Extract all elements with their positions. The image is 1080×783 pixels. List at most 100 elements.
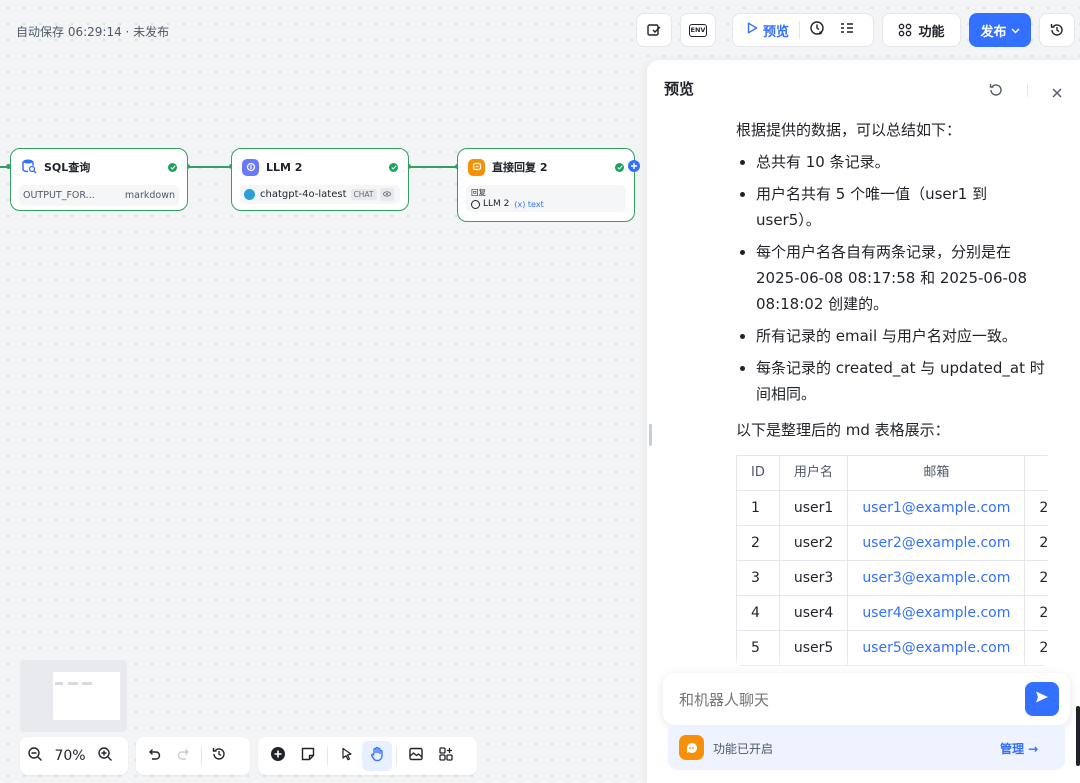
- features-icon: [898, 23, 912, 37]
- plus-circle-icon: [270, 746, 286, 766]
- minimap-node: [55, 682, 63, 685]
- minimap-node: [82, 682, 92, 685]
- variables-button[interactable]: [832, 15, 862, 45]
- message-intro: 根据提供的数据，可以总结如下：: [736, 121, 962, 139]
- sql-node[interactable]: SQL查询 OUTPUT_FOR... markdown: [10, 148, 188, 211]
- preview-group: 预览: [732, 13, 874, 47]
- undo-icon: [146, 746, 162, 766]
- email-link[interactable]: user3@example.com: [847, 560, 1026, 596]
- features-button[interactable]: 功能: [882, 13, 961, 47]
- panel-resize-handle[interactable]: [649, 424, 652, 446]
- table-cell: 2025: [1024, 525, 1048, 561]
- pointer-tool-button[interactable]: [332, 741, 362, 771]
- redo-button[interactable]: [169, 741, 199, 771]
- organize-button[interactable]: [431, 741, 461, 771]
- table-cell: 3: [736, 560, 780, 596]
- send-button[interactable]: [1025, 682, 1059, 716]
- preview-button[interactable]: 预览: [733, 21, 797, 40]
- edge-llm-reply: [408, 166, 458, 168]
- sql-output-type: markdown: [124, 190, 175, 201]
- publish-button[interactable]: 发布: [969, 13, 1031, 47]
- table-row: 2 user2 user2@example.com 2025: [736, 525, 1048, 561]
- table-header: [1024, 455, 1048, 491]
- list-item: 总共有 10 条记录。: [756, 149, 1056, 175]
- clock-rewind-icon: [211, 746, 227, 766]
- zoom-out-button[interactable]: [20, 741, 50, 771]
- check-icon: [168, 162, 177, 172]
- table-cell: user3: [778, 560, 849, 596]
- openai-icon: [244, 189, 255, 200]
- feature-status-bar: 功能已开启 管理 →: [668, 726, 1065, 770]
- history-button[interactable]: [1039, 13, 1075, 47]
- edge-sql-llm: [187, 166, 232, 168]
- chat-input[interactable]: [677, 687, 1021, 713]
- refresh-button[interactable]: [988, 82, 1004, 102]
- email-link[interactable]: user2@example.com: [847, 525, 1026, 561]
- table-header-row: ID 用户名 邮箱: [736, 455, 1048, 491]
- undo-button[interactable]: [139, 741, 169, 771]
- hand-tool-button[interactable]: [362, 741, 392, 771]
- close-button[interactable]: [1051, 84, 1063, 103]
- table-header: 用户名: [778, 455, 849, 491]
- check-list-icon: [646, 22, 662, 38]
- feature-status-text: 功能已开启: [713, 742, 774, 756]
- history-controls: [136, 737, 250, 775]
- preview-label: 预览: [763, 24, 790, 40]
- zoom-in-button[interactable]: [90, 741, 120, 771]
- preview-panel-title: 预览: [664, 80, 695, 98]
- sticky-note-icon: [300, 746, 316, 766]
- zoom-level[interactable]: 70%: [50, 748, 90, 764]
- add-node-icon[interactable]: [628, 160, 640, 172]
- sql-output-field: OUTPUT_FOR...: [23, 190, 95, 201]
- version-history-button[interactable]: [204, 741, 234, 771]
- minimap[interactable]: [20, 660, 127, 732]
- feature-icon: [679, 735, 704, 760]
- llm-model-name: chatgpt-4o-latest: [260, 189, 347, 200]
- list-item: 用户名共有 5 个唯一值（user1 到 user5）。: [756, 181, 1056, 233]
- llm-node[interactable]: LLM 2 chatgpt-4o-latest CHAT: [231, 148, 409, 211]
- scrollbar[interactable]: [1076, 706, 1080, 766]
- reply-node[interactable]: 直接回复 2 回复 LLM 2 (x) text: [457, 148, 635, 222]
- reply-source: LLM 2: [483, 199, 510, 209]
- email-link[interactable]: user4@example.com: [847, 595, 1026, 631]
- add-note-button[interactable]: [293, 741, 323, 771]
- layout-grid-icon: [438, 746, 454, 766]
- clock-play-icon: [809, 20, 825, 40]
- table-cell: 2: [736, 525, 780, 561]
- table-cell: user1: [778, 490, 849, 526]
- reply-node-title: 直接回复 2: [492, 161, 548, 174]
- table-cell: 2025: [1024, 560, 1048, 596]
- result-table: ID 用户名 邮箱 1 user1 user1@example.com 2025…: [736, 455, 1048, 666]
- manage-link[interactable]: 管理 →: [1000, 740, 1038, 757]
- panel-divider: [1027, 84, 1028, 97]
- env-button[interactable]: ENV: [680, 13, 716, 47]
- publish-label: 发布: [980, 24, 1007, 40]
- canvas-tools: [258, 737, 477, 775]
- table-cell: 2025: [1024, 595, 1048, 631]
- check-icon: [389, 162, 398, 172]
- chevron-down-icon: [1011, 23, 1020, 38]
- list-item: 每个用户名各自有两条记录，分别是在 2025-06-08 08:17:58 和 …: [756, 239, 1056, 317]
- llm-node-title: LLM 2: [266, 160, 303, 174]
- email-link[interactable]: user1@example.com: [847, 490, 1026, 526]
- sql-node-title: SQL查询: [44, 161, 91, 174]
- list-item: 所有记录的 email 与用户名对应一致。: [756, 323, 1056, 349]
- minimap-viewport: [53, 672, 120, 720]
- list-icon: [839, 20, 855, 40]
- check-list-button[interactable]: [636, 13, 672, 47]
- table-header: ID: [736, 455, 780, 491]
- table-row: 1 user1 user1@example.com 2025: [736, 490, 1048, 526]
- add-node-button[interactable]: [263, 741, 293, 771]
- reply-sub-label: 回复: [471, 188, 486, 197]
- history-icon: [1049, 22, 1065, 38]
- run-history-button[interactable]: [802, 15, 832, 45]
- table-row: 3 user3 user3@example.com 2025: [736, 560, 1048, 596]
- send-icon: [1034, 689, 1050, 709]
- table-cell: user4: [778, 595, 849, 631]
- table-cell: 1: [736, 490, 780, 526]
- reply-variable-tag: (x) text: [514, 199, 544, 209]
- minimap-node: [68, 682, 78, 685]
- check-icon: [615, 162, 624, 172]
- export-image-button[interactable]: [401, 741, 431, 771]
- chat-input-box: [663, 673, 1070, 725]
